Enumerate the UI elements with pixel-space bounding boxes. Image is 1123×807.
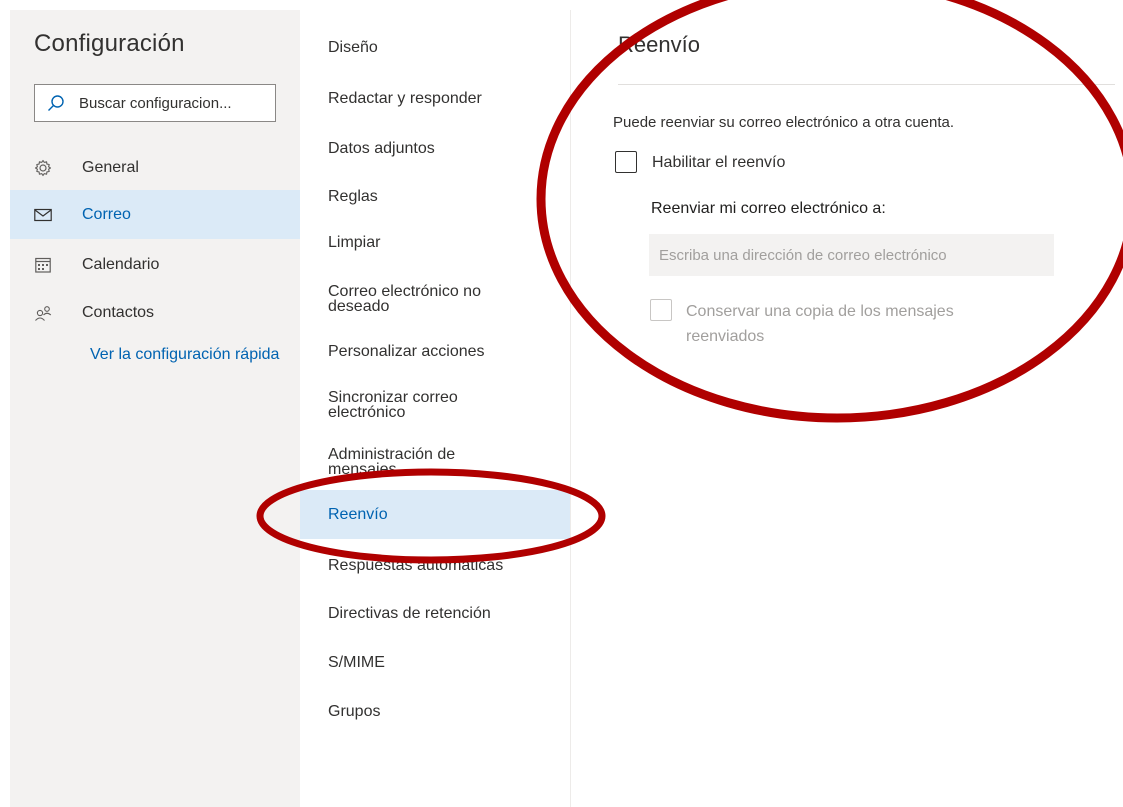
nav-item-label: General bbox=[82, 158, 139, 176]
search-icon bbox=[48, 95, 64, 111]
forwarding-description: Puede reenviar su correo electrónico a o… bbox=[613, 114, 955, 131]
gear-icon bbox=[32, 157, 54, 179]
enable-forwarding-checkbox[interactable] bbox=[615, 151, 637, 173]
category-datos-adjuntos[interactable]: Datos adjuntos bbox=[300, 141, 570, 157]
keep-copy-label: Conservar una copia de los mensajes reen… bbox=[686, 303, 954, 345]
nav-item-general[interactable]: General bbox=[10, 143, 300, 192]
category-grupos[interactable]: Grupos bbox=[300, 704, 570, 720]
nav-item-label: Calendario bbox=[82, 255, 160, 273]
category-redactar[interactable]: Redactar y responder bbox=[300, 91, 570, 107]
category-smime[interactable]: S/MIME bbox=[300, 655, 570, 671]
settings-search-input[interactable] bbox=[79, 85, 269, 121]
nav-item-label: Contactos bbox=[82, 303, 155, 321]
category-limpiar[interactable]: Limpiar bbox=[300, 235, 570, 251]
nav-item-calendario[interactable]: Calendario bbox=[10, 240, 300, 289]
category-diseno[interactable]: Diseño bbox=[300, 40, 570, 56]
quick-settings-link[interactable]: Ver la configuración rápida bbox=[90, 347, 280, 363]
forwarding-title: Reenvío bbox=[618, 32, 700, 57]
category-sincronizar[interactable]: Sincronizar correo electrónico bbox=[300, 390, 520, 421]
nav-item-correo[interactable]: Correo bbox=[10, 190, 300, 239]
settings-title: Configuración bbox=[34, 30, 185, 57]
category-reglas[interactable]: Reglas bbox=[300, 189, 570, 205]
keep-copy-checkbox[interactable] bbox=[650, 299, 672, 321]
forward-address-field[interactable] bbox=[649, 234, 1054, 276]
settings-sidebar: Configuración General Correo bbox=[10, 10, 300, 807]
settings-search-box[interactable] bbox=[34, 84, 276, 122]
mail-settings-categories: Diseño Redactar y responder Datos adjunt… bbox=[300, 10, 571, 807]
enable-forwarding-label[interactable]: Habilitar el reenvío bbox=[652, 154, 785, 172]
calendar-icon bbox=[32, 254, 54, 276]
category-directivas-retencion[interactable]: Directivas de retención bbox=[300, 606, 570, 622]
category-reenvio[interactable]: Reenvío bbox=[300, 490, 570, 539]
nav-item-contactos[interactable]: Contactos bbox=[10, 288, 300, 337]
title-divider bbox=[618, 84, 1115, 85]
category-correo-no-deseado[interactable]: Correo electrónico no deseado bbox=[300, 284, 540, 315]
forward-to-heading: Reenviar mi correo electrónico a: bbox=[651, 200, 886, 217]
category-administracion-mensajes[interactable]: Administración de mensajes bbox=[300, 447, 520, 478]
category-respuestas-automaticas[interactable]: Respuestas automáticas bbox=[300, 558, 570, 574]
category-personalizar-acciones[interactable]: Personalizar acciones bbox=[300, 344, 570, 360]
nav-item-label: Correo bbox=[82, 205, 131, 223]
people-icon bbox=[32, 302, 54, 324]
mail-icon bbox=[32, 204, 54, 226]
